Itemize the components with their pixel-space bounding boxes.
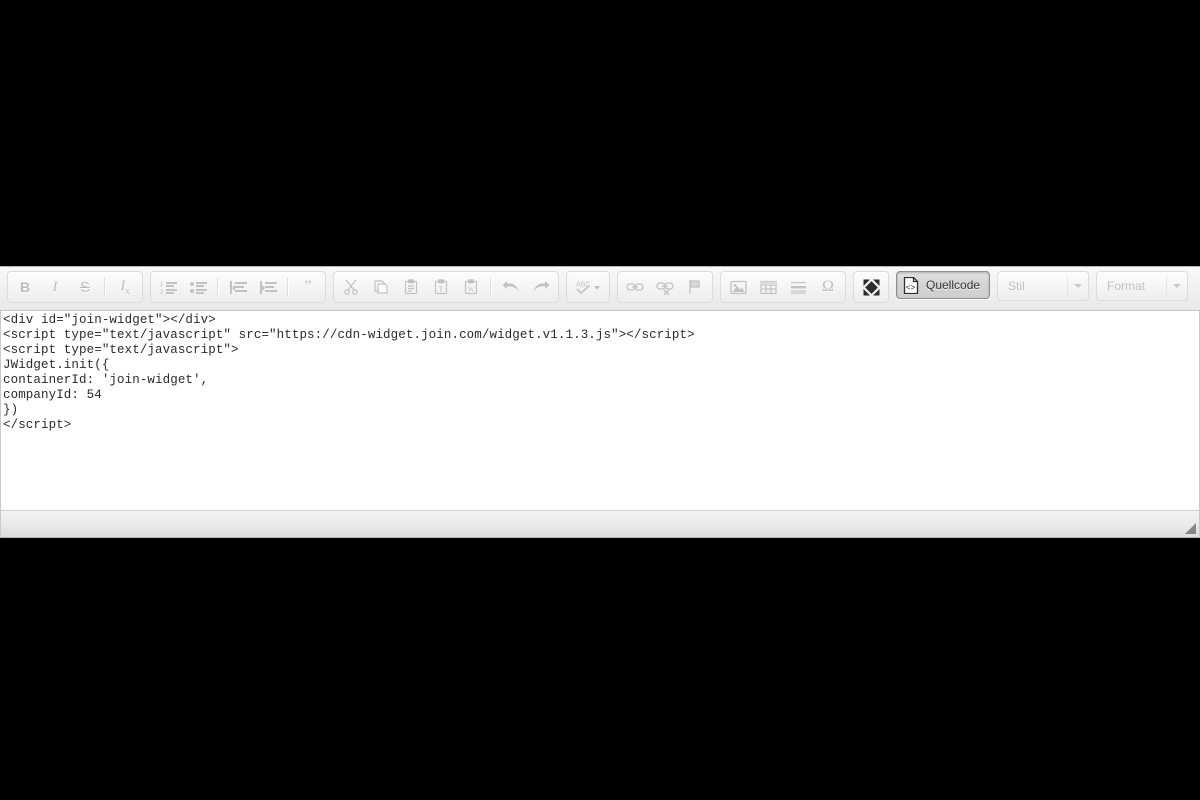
cut-button[interactable] (337, 273, 365, 301)
svg-text:1: 1 (160, 282, 164, 288)
scissors-icon (344, 279, 358, 295)
resize-grip-icon[interactable] (1185, 523, 1196, 534)
horizontal-rule-button[interactable] (784, 273, 812, 301)
source-code-toggle-button[interactable]: <> Quellcode (896, 271, 991, 299)
undo-button[interactable] (497, 273, 525, 301)
indent-icon (259, 280, 277, 294)
undo-arrow-icon (502, 281, 518, 291)
spellcheck-button[interactable]: ABC (570, 273, 606, 301)
strikethrough-button[interactable]: S (71, 273, 99, 301)
svg-text:T: T (439, 285, 444, 294)
anchor-button[interactable] (681, 273, 709, 301)
toolbar-separator (490, 278, 492, 296)
combo-divider (1165, 276, 1167, 296)
omega-special-char-icon: Ω (822, 278, 834, 295)
spellcheck-abc-icon: ABC (576, 282, 600, 295)
paste-from-word-icon: W (464, 279, 478, 295)
italic-button[interactable]: I (41, 273, 69, 301)
toolbar-group-spellcheck: ABC (566, 271, 610, 303)
remove-format-button[interactable]: Ix (111, 273, 139, 301)
anchor-flag-icon (689, 280, 700, 294)
redo-arrow-icon (534, 281, 550, 291)
paste-from-word-button[interactable]: W (457, 273, 485, 301)
source-code-content[interactable]: <div id="join-widget"></div> <script typ… (3, 313, 1199, 433)
horizontal-rule-icon (790, 281, 806, 294)
redo-button[interactable] (527, 273, 555, 301)
copy-icon (374, 280, 388, 294)
paste-button[interactable] (397, 273, 425, 301)
styles-combo[interactable]: Stil (997, 271, 1090, 301)
unlink-chain-icon (656, 281, 674, 295)
toolbar-separator (217, 278, 219, 296)
svg-text:2: 2 (160, 290, 164, 295)
editor-footer-bar (0, 510, 1200, 537)
unlink-button[interactable] (651, 273, 679, 301)
format-combo[interactable]: Format (1096, 271, 1188, 301)
numbered-list-icon: 1 2 (160, 281, 177, 295)
image-icon (729, 280, 747, 294)
bulleted-list-button[interactable] (184, 273, 212, 301)
outdent-icon (229, 280, 247, 294)
chevron-down-icon (1172, 284, 1181, 288)
svg-text:<>: <> (906, 284, 916, 293)
remove-format-icon: Ix (120, 277, 130, 296)
toolbar-separator (104, 278, 106, 296)
bulleted-list-icon (189, 281, 207, 294)
maximize-button[interactable] (857, 273, 885, 301)
paste-text-icon: T (434, 279, 448, 295)
table-grid-icon (759, 280, 777, 294)
paste-as-text-button[interactable]: T (427, 273, 455, 301)
table-button[interactable] (754, 273, 782, 301)
paste-icon (404, 279, 418, 295)
numbered-list-button[interactable]: 1 2 (154, 273, 182, 301)
strikethrough-icon: S (79, 278, 90, 296)
toolbar-separator (287, 278, 289, 296)
svg-text:W: W (468, 286, 475, 294)
image-button[interactable] (724, 273, 752, 301)
chevron-down-icon (594, 286, 600, 290)
bold-icon: B (19, 279, 31, 295)
indent-button[interactable] (254, 273, 282, 301)
toolbar-group-basic-styles: B I S Ix (7, 271, 143, 303)
link-chain-icon (626, 283, 644, 291)
special-character-button[interactable]: Ω (814, 273, 842, 301)
toolbar-group-tools (853, 271, 889, 303)
source-code-toggle-label: Quellcode (926, 278, 981, 292)
outdent-button[interactable] (224, 273, 252, 301)
italic-icon: I (52, 278, 58, 295)
toolbar-group-links (617, 271, 713, 303)
source-code-document-icon: <> (903, 276, 919, 294)
toolbar-group-paragraph: 1 2 ” (150, 271, 326, 303)
toolbar-group-clipboard: T W (333, 271, 559, 303)
editor-toolbar: B I S Ix 1 2 ” T W ABC Ω <> Quellcode St… (0, 267, 1200, 311)
blockquote-button[interactable]: ” (294, 273, 322, 301)
combo-divider (1067, 276, 1069, 296)
source-code-textarea[interactable]: <div id="join-widget"></div> <script typ… (0, 311, 1200, 511)
rich-text-editor: B I S Ix 1 2 ” T W ABC Ω <> Quellcode St… (0, 266, 1200, 538)
styles-combo-label: Stil (1008, 279, 1025, 293)
bold-button[interactable]: B (11, 273, 39, 301)
link-button[interactable] (621, 273, 649, 301)
blockquote-icon: ” (304, 278, 312, 295)
toolbar-group-insert: Ω (720, 271, 846, 303)
copy-button[interactable] (367, 273, 395, 301)
chevron-down-icon (1074, 284, 1083, 288)
format-combo-label: Format (1107, 279, 1146, 293)
maximize-arrows-icon (863, 279, 879, 295)
